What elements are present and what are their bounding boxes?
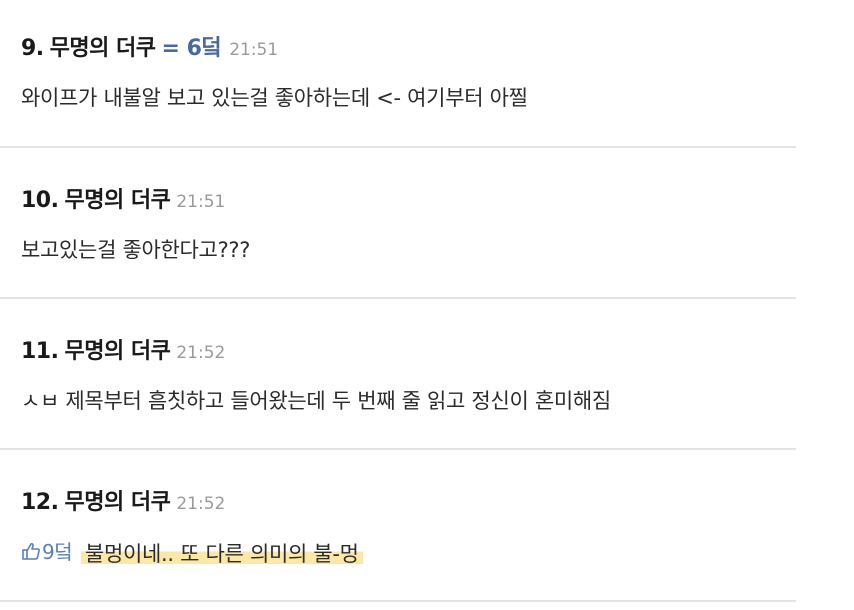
comment-body: 보고있는걸 좋아한다고???: [21, 238, 251, 262]
comment-time: 21:52: [176, 494, 226, 514]
comment-author[interactable]: 무명의 더쿠: [50, 30, 156, 62]
thumbs-up-icon: [21, 541, 41, 561]
comment-time: 21:52: [176, 343, 226, 363]
comment-body: 와이프가 내불알 보고 있는걸 좋아하는데 <- 여기부터 아찔: [21, 86, 528, 110]
comment-divider: [0, 146, 796, 148]
reply-reference[interactable]: = 6덬: [162, 30, 222, 62]
comment-header: 9. 무명의 더쿠 = 6덬 21:51: [21, 30, 796, 62]
comment-body: 9덬 불멍이네.. 또 다른 의미의 불-멍: [21, 536, 796, 568]
comment-number: 10.: [21, 188, 59, 213]
comment-number: 12.: [21, 490, 59, 515]
comment-author[interactable]: 무명의 더쿠: [64, 182, 170, 214]
comment-header: 12. 무명의 더쿠 21:52: [21, 484, 796, 516]
comment-author[interactable]: 무명의 더쿠: [64, 484, 170, 516]
comment-number: 9.: [21, 36, 44, 61]
comment-body: ㅅㅂ 제목부터 흠칫하고 들어왔는데 두 번째 줄 읽고 정신이 혼미해짐: [21, 389, 611, 413]
comment-divider: [0, 600, 796, 602]
comment-item: 12. 무명의 더쿠 21:52 9덬 불멍이네.. 또 다른 의미의 불-멍: [0, 484, 796, 568]
comment-item: 11. 무명의 더쿠 21:52 ㅅㅂ 제목부터 흠칫하고 들어왔는데 두 번째…: [0, 333, 796, 415]
reply-badge[interactable]: 9덬: [21, 536, 73, 565]
comment-item: 10. 무명의 더쿠 21:51 보고있는걸 좋아한다고???: [0, 182, 796, 264]
reply-badge-label: 9덬: [42, 540, 73, 564]
comment-time: 21:51: [229, 40, 279, 60]
comment-time: 21:51: [176, 192, 226, 212]
comment-divider: [0, 297, 796, 299]
comment-thread: 9. 무명의 더쿠 = 6덬 21:51 와이프가 내불알 보고 있는걸 좋아하…: [0, 0, 854, 610]
comment-number: 11.: [21, 339, 59, 364]
highlighted-text: 불멍이네.. 또 다른 의미의 불-멍: [80, 541, 363, 566]
comment-header: 10. 무명의 더쿠 21:51: [21, 182, 796, 214]
comment-divider: [0, 448, 796, 450]
comment-header: 11. 무명의 더쿠 21:52: [21, 333, 796, 365]
comment-author[interactable]: 무명의 더쿠: [64, 333, 170, 365]
comment-item: 9. 무명의 더쿠 = 6덬 21:51 와이프가 내불알 보고 있는걸 좋아하…: [0, 30, 796, 112]
